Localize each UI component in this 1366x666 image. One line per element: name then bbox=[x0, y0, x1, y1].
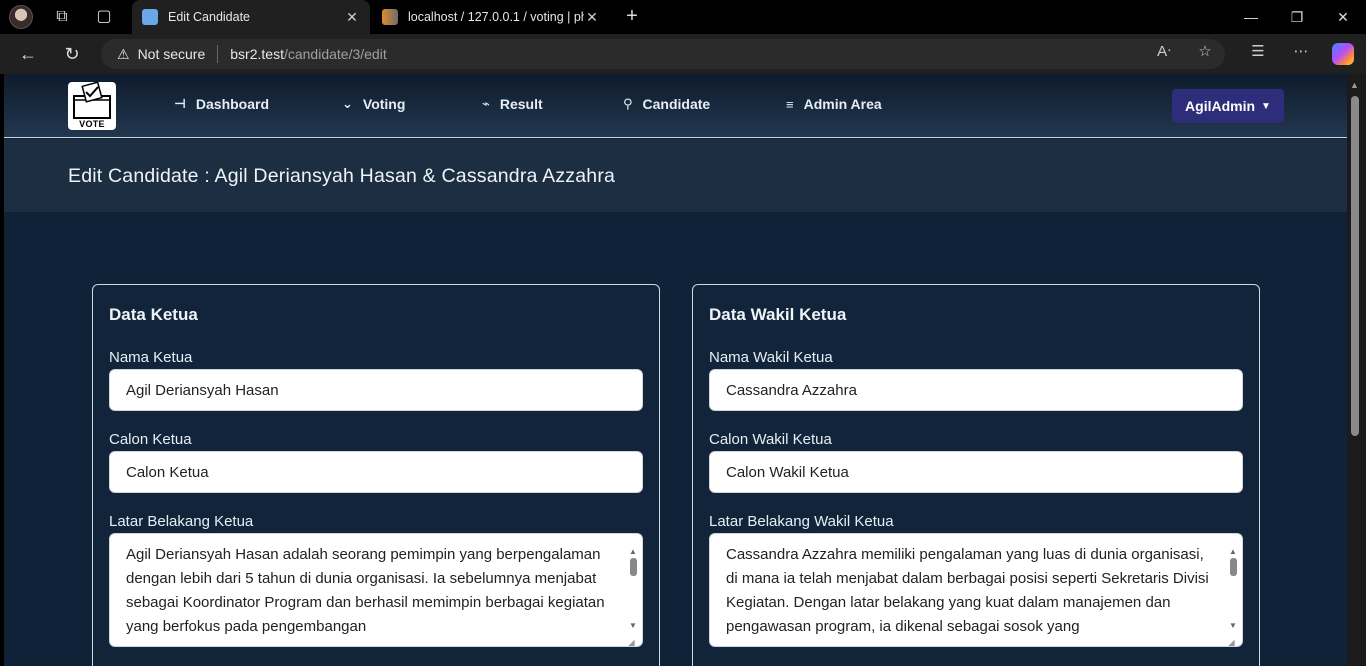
nav-voting[interactable]: ⌄ Voting bbox=[342, 94, 405, 114]
person-icon: ⚲ bbox=[623, 96, 633, 111]
close-window-icon[interactable]: ✕ bbox=[1320, 0, 1366, 34]
vote-logo[interactable]: VOTE bbox=[68, 82, 116, 130]
back-icon[interactable]: ← bbox=[16, 43, 40, 65]
tab-title: Edit Candidate bbox=[168, 10, 251, 24]
nav-label: Dashboard bbox=[195, 96, 270, 112]
divider bbox=[217, 45, 219, 63]
scroll-thumb[interactable] bbox=[1230, 558, 1237, 576]
nav-admin-area[interactable]: ≡ Admin Area bbox=[786, 94, 882, 114]
page-title: Edit Candidate : Agil Deriansyah Hasan &… bbox=[68, 165, 616, 187]
restore-icon[interactable]: ❐ bbox=[1274, 0, 1320, 34]
textarea-text: Agil Deriansyah Hasan adalah seorang pem… bbox=[126, 546, 605, 635]
more-menu-icon[interactable]: ⋯ bbox=[1289, 42, 1313, 60]
profile-avatar[interactable] bbox=[9, 5, 33, 29]
favorites-icon[interactable]: ☰ bbox=[1246, 42, 1270, 60]
url-path: /candidate/3/edit bbox=[283, 46, 387, 62]
calon-wakil-label: Calon Wakil Ketua bbox=[709, 431, 832, 448]
card-heading: Data Wakil Ketua bbox=[709, 305, 847, 324]
nav-label: Candidate bbox=[642, 96, 711, 112]
page-header: Edit Candidate : Agil Deriansyah Hasan &… bbox=[4, 139, 1347, 212]
chevron-down-icon: ⌄ bbox=[342, 96, 353, 111]
browser-tab-bar: ⧉ ▢ Edit Candidate ✕ localhost / 127.0.0… bbox=[0, 0, 1366, 34]
page-favicon-icon bbox=[142, 9, 158, 25]
tab-actions-icon[interactable]: ▢ bbox=[93, 6, 115, 28]
resize-grip-icon[interactable]: ◢ bbox=[627, 632, 635, 646]
nav-label: Admin Area bbox=[803, 96, 882, 112]
textarea-scrollbar[interactable]: ▲ ▼ ◢ bbox=[626, 536, 640, 646]
calon-wakil-input[interactable]: Calon Wakil Ketua bbox=[709, 451, 1243, 493]
resize-grip-icon[interactable]: ◢ bbox=[1227, 632, 1235, 646]
read-aloud-icon[interactable]: Aᐧ bbox=[1152, 42, 1176, 60]
phpmyadmin-favicon-icon bbox=[382, 9, 398, 25]
tab-phpmyadmin[interactable]: localhost / 127.0.0.1 / voting | phpMyAd… bbox=[372, 0, 610, 34]
nav-result[interactable]: ⌁ Result bbox=[482, 94, 543, 114]
latar-ketua-label: Latar Belakang Ketua bbox=[109, 513, 254, 530]
favorite-star-icon[interactable]: ☆ bbox=[1193, 42, 1217, 60]
page-viewport: VOTE ⊣ Dashboard ⌄ Voting ⌁ Result ⚲ Can… bbox=[4, 74, 1347, 666]
close-tab-icon[interactable]: ✕ bbox=[584, 9, 600, 26]
scroll-up-icon[interactable]: ▲ bbox=[1350, 80, 1359, 90]
url-host: bsr2.test bbox=[230, 46, 284, 62]
security-status[interactable]: Not secure bbox=[138, 46, 206, 62]
textarea-scrollbar[interactable]: ▲ ▼ ◢ bbox=[1226, 536, 1240, 646]
nav-dashboard[interactable]: ⊣ Dashboard bbox=[174, 94, 269, 114]
tab-edit-candidate[interactable]: Edit Candidate ✕ bbox=[132, 0, 370, 34]
scroll-thumb[interactable] bbox=[630, 558, 637, 576]
copilot-icon[interactable] bbox=[1332, 43, 1354, 65]
latar-wakil-label: Latar Belakang Wakil Ketua bbox=[709, 513, 894, 530]
nav-label: Voting bbox=[362, 96, 406, 112]
nama-wakil-label: Nama Wakil Ketua bbox=[709, 349, 833, 366]
list-icon: ≡ bbox=[786, 96, 794, 112]
nama-ketua-input[interactable]: Agil Deriansyah Hasan bbox=[109, 369, 643, 411]
url-field[interactable]: ⚠ Not secure bsr2.test/candidate/3/edit bbox=[101, 39, 1225, 69]
chevron-down-icon: ▼ bbox=[1261, 100, 1271, 112]
wakil-card: Data Wakil Ketua Nama Wakil Ketua Cassan… bbox=[692, 284, 1260, 666]
textarea-text: Cassandra Azzahra memiliki pengalaman ya… bbox=[726, 546, 1209, 635]
new-tab-icon[interactable]: + bbox=[620, 5, 644, 29]
nama-ketua-label: Nama Ketua bbox=[109, 349, 193, 366]
reload-icon[interactable]: ↻ bbox=[60, 43, 84, 65]
dashboard-icon: ⊣ bbox=[174, 96, 186, 111]
result-icon: ⌁ bbox=[482, 96, 490, 111]
warning-icon: ⚠ bbox=[117, 45, 130, 62]
nav-candidate[interactable]: ⚲ Candidate bbox=[623, 94, 710, 114]
calon-ketua-input[interactable]: Calon Ketua bbox=[109, 451, 643, 493]
page-scrollbar[interactable]: ▲ bbox=[1347, 74, 1366, 666]
nama-wakil-input[interactable]: Cassandra Azzahra bbox=[709, 369, 1243, 411]
tab-title: localhost / 127.0.0.1 / voting | phpMyAd… bbox=[408, 10, 584, 24]
ballot-box-icon bbox=[73, 82, 111, 119]
user-name: AgilAdmin bbox=[1185, 98, 1256, 114]
logo-label: VOTE bbox=[79, 119, 105, 129]
ketua-card: Data Ketua Nama Ketua Agil Deriansyah Ha… bbox=[92, 284, 660, 666]
user-menu-button[interactable]: AgilAdmin ▼ bbox=[1172, 89, 1284, 123]
page-scroll-thumb[interactable] bbox=[1351, 96, 1359, 436]
latar-ketua-textarea[interactable]: Agil Deriansyah Hasan adalah seorang pem… bbox=[109, 533, 643, 647]
card-heading: Data Ketua bbox=[109, 305, 198, 324]
address-bar-row: ← ↻ ⚠ Not secure bsr2.test/candidate/3/e… bbox=[0, 34, 1366, 74]
nav-label: Result bbox=[499, 96, 543, 112]
site-navbar: VOTE ⊣ Dashboard ⌄ Voting ⌁ Result ⚲ Can… bbox=[4, 74, 1347, 138]
minimize-icon[interactable]: — bbox=[1228, 0, 1274, 34]
calon-ketua-label: Calon Ketua bbox=[109, 431, 192, 448]
latar-wakil-textarea[interactable]: Cassandra Azzahra memiliki pengalaman ya… bbox=[709, 533, 1243, 647]
close-tab-icon[interactable]: ✕ bbox=[344, 9, 360, 26]
workspaces-icon[interactable]: ⧉ bbox=[51, 6, 73, 28]
